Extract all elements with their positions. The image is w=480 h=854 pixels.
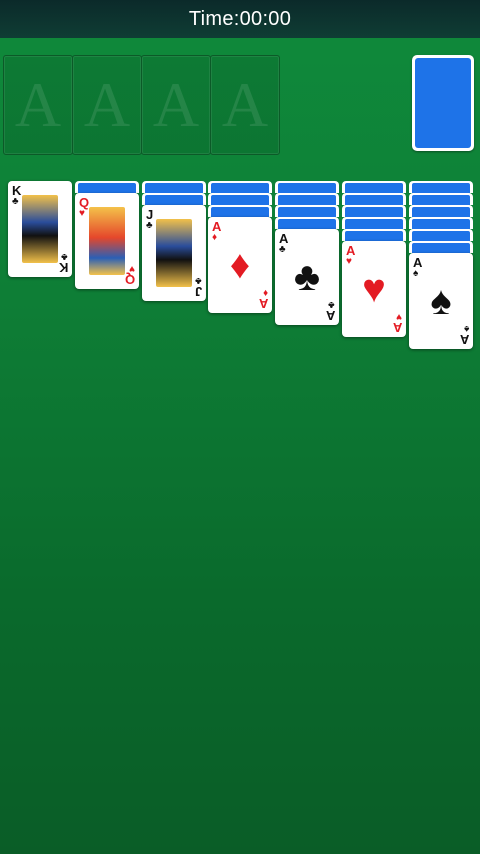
timer-label: Time:00:00	[188, 7, 292, 30]
card-back	[412, 195, 470, 205]
face-down-card	[342, 193, 406, 205]
face-up-card[interactable]: K ♣ K ♣	[8, 181, 72, 277]
face-up-card[interactable]: A ♦ ♦ A ♦	[208, 217, 272, 313]
card-suit-center: ♦	[229, 243, 251, 287]
tableau-pile-3[interactable]: J ♣ J ♣	[142, 181, 206, 301]
face-down-card	[275, 217, 339, 229]
card-suit-center: ♣	[293, 255, 321, 299]
card-back	[278, 195, 336, 205]
face-card-portrait	[156, 219, 192, 287]
card-back	[345, 231, 403, 241]
card-rank-bottom: Q	[124, 272, 135, 287]
top-bar: Time:00:00	[0, 0, 480, 38]
card-rank-bottom: A	[325, 308, 335, 323]
card-suit-top: ♣	[146, 220, 153, 231]
foundation-slot-4[interactable]: A	[210, 55, 280, 155]
card-rank-bottom: K	[58, 260, 68, 275]
card-back	[78, 183, 136, 193]
face-down-card	[142, 181, 206, 193]
card-suit-bottom: ♥	[129, 263, 135, 274]
card-suit-center: ♥	[362, 267, 386, 311]
card-back	[345, 219, 403, 229]
face-down-card	[409, 193, 473, 205]
face-down-card	[409, 241, 473, 253]
card-suit-bottom: ♣	[61, 251, 68, 262]
face-down-card	[342, 229, 406, 241]
face-down-card	[342, 205, 406, 217]
face-up-card[interactable]: J ♣ J ♣	[142, 205, 206, 301]
card-back	[412, 243, 470, 253]
card-back	[145, 183, 203, 193]
face-up-card[interactable]: A ♣ ♣ A ♣	[275, 229, 339, 325]
card-back	[412, 231, 470, 241]
face-down-card	[142, 193, 206, 205]
card-suit-bottom: ♣	[328, 299, 335, 310]
card-suit-top: ♥	[79, 208, 85, 219]
foundation-slot-2[interactable]: A	[72, 55, 142, 155]
foundation-placeholder: A	[152, 69, 200, 140]
tableau-pile-1[interactable]: K ♣ K ♣	[8, 181, 72, 277]
card-back	[345, 195, 403, 205]
card-back	[278, 219, 336, 229]
card-back	[415, 58, 471, 148]
card-back	[412, 207, 470, 217]
face-down-card	[208, 193, 272, 205]
face-card-portrait	[22, 195, 58, 263]
foundation-placeholder: A	[221, 69, 269, 140]
card-suit-center: ♠	[430, 279, 452, 323]
card-suit-bottom: ♥	[396, 311, 402, 322]
face-down-card	[342, 181, 406, 193]
card-suit-bottom: ♠	[463, 323, 469, 334]
card-back	[211, 195, 269, 205]
face-up-card[interactable]: A ♥ ♥ A ♥	[342, 241, 406, 337]
foundation-slot-1[interactable]: A	[3, 55, 73, 155]
face-down-card	[409, 217, 473, 229]
card-back	[211, 183, 269, 193]
face-down-card	[275, 193, 339, 205]
face-up-card[interactable]: A ♠ ♠ A ♠	[409, 253, 473, 349]
card-rank-bottom: A	[392, 320, 402, 335]
foundation-placeholder: A	[14, 69, 62, 140]
card-rank-bottom: A	[459, 332, 469, 347]
card-rank-bottom: J	[194, 284, 202, 299]
tableau-pile-2[interactable]: Q ♥ Q ♥	[75, 181, 139, 289]
face-up-card[interactable]: Q ♥ Q ♥	[75, 193, 139, 289]
card-suit-bottom: ♣	[195, 275, 202, 286]
face-down-card	[409, 181, 473, 193]
tableau-pile-5[interactable]: A ♣ ♣ A ♣	[275, 181, 339, 325]
face-down-card	[409, 205, 473, 217]
face-down-card	[75, 181, 139, 193]
card-suit-top: ♥	[346, 256, 352, 267]
card-back	[145, 195, 203, 205]
foundation-placeholder: A	[83, 69, 131, 140]
card-back	[211, 207, 269, 217]
face-down-card	[275, 181, 339, 193]
card-suit-bottom: ♦	[262, 287, 268, 298]
card-suit-top: ♣	[279, 244, 286, 255]
card-back	[412, 183, 470, 193]
face-down-card	[208, 205, 272, 217]
tableau-pile-4[interactable]: A ♦ ♦ A ♦	[208, 181, 272, 313]
card-back	[412, 219, 470, 229]
stock-pile[interactable]	[412, 55, 474, 151]
tableau-pile-6[interactable]: A ♥ ♥ A ♥	[342, 181, 406, 337]
card-back	[278, 207, 336, 217]
card-suit-top: ♣	[12, 196, 19, 207]
card-suit-top: ♠	[413, 268, 419, 279]
face-down-card	[409, 229, 473, 241]
face-down-card	[342, 217, 406, 229]
card-back	[278, 183, 336, 193]
face-down-card	[208, 181, 272, 193]
card-suit-top: ♦	[212, 232, 218, 243]
face-card-portrait	[89, 207, 125, 275]
card-back	[345, 207, 403, 217]
face-down-card	[275, 205, 339, 217]
card-rank-bottom: A	[258, 296, 268, 311]
card-back	[345, 183, 403, 193]
tableau-pile-7[interactable]: A ♠ ♠ A ♠	[409, 181, 473, 349]
foundation-slot-3[interactable]: A	[141, 55, 211, 155]
